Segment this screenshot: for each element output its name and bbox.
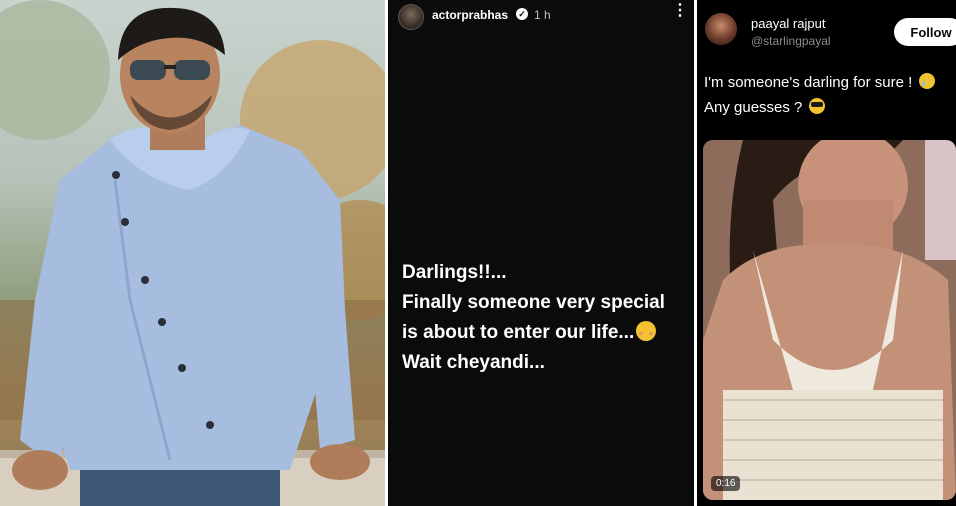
follow-button[interactable]: Follow bbox=[894, 18, 956, 46]
story-line: Wait cheyandi... bbox=[402, 352, 545, 373]
verified-badge-icon: ✓ bbox=[516, 8, 528, 20]
avatar[interactable] bbox=[398, 4, 424, 30]
tweet-line-with-emoji: Any guesses ? bbox=[704, 95, 956, 120]
teary-face-emoji-icon bbox=[918, 73, 935, 89]
tweet-author-handle[interactable]: @starlingpayal bbox=[751, 34, 831, 48]
video-thumbnail bbox=[703, 140, 956, 500]
story-line: is about to enter our life... bbox=[402, 322, 635, 343]
story-line: Finally someone very special bbox=[402, 292, 665, 313]
story-handle[interactable]: actorprabhas bbox=[432, 8, 508, 22]
photo-panel-actor bbox=[0, 0, 385, 506]
tweet-panel: paayal rajput @starlingpayal Follow I'm … bbox=[697, 0, 956, 506]
tweet-line-with-emoji: I'm someone's darling for sure ! bbox=[704, 70, 956, 95]
story-text: Darlings!!... Finally someone very speci… bbox=[402, 258, 692, 378]
tweet-line: Any guesses ? bbox=[704, 99, 803, 116]
smiling-blush-emoji-icon bbox=[636, 321, 657, 341]
story-header: actorprabhas ✓ 1 h ⋮ bbox=[388, 0, 694, 34]
tweet-text: I'm someone's darling for sure ! Any gue… bbox=[704, 70, 956, 120]
story-panel: actorprabhas ✓ 1 h ⋮ Darlings!!... Final… bbox=[388, 0, 694, 506]
video-duration: 0:16 bbox=[711, 476, 741, 491]
tweet-author-name[interactable]: paayal rajput bbox=[751, 16, 825, 31]
tweet-line: I'm someone's darling for sure ! bbox=[704, 74, 913, 91]
story-time: 1 h bbox=[534, 8, 551, 22]
avatar[interactable] bbox=[705, 13, 737, 45]
story-line-with-emoji: is about to enter our life... bbox=[402, 318, 692, 348]
sunglasses-face-emoji-icon bbox=[808, 98, 825, 114]
more-options-icon[interactable]: ⋮ bbox=[672, 3, 688, 19]
tweet-video[interactable]: 0:16 bbox=[703, 140, 956, 500]
actor-photo bbox=[0, 0, 385, 506]
story-line: Darlings!!... bbox=[402, 262, 507, 283]
